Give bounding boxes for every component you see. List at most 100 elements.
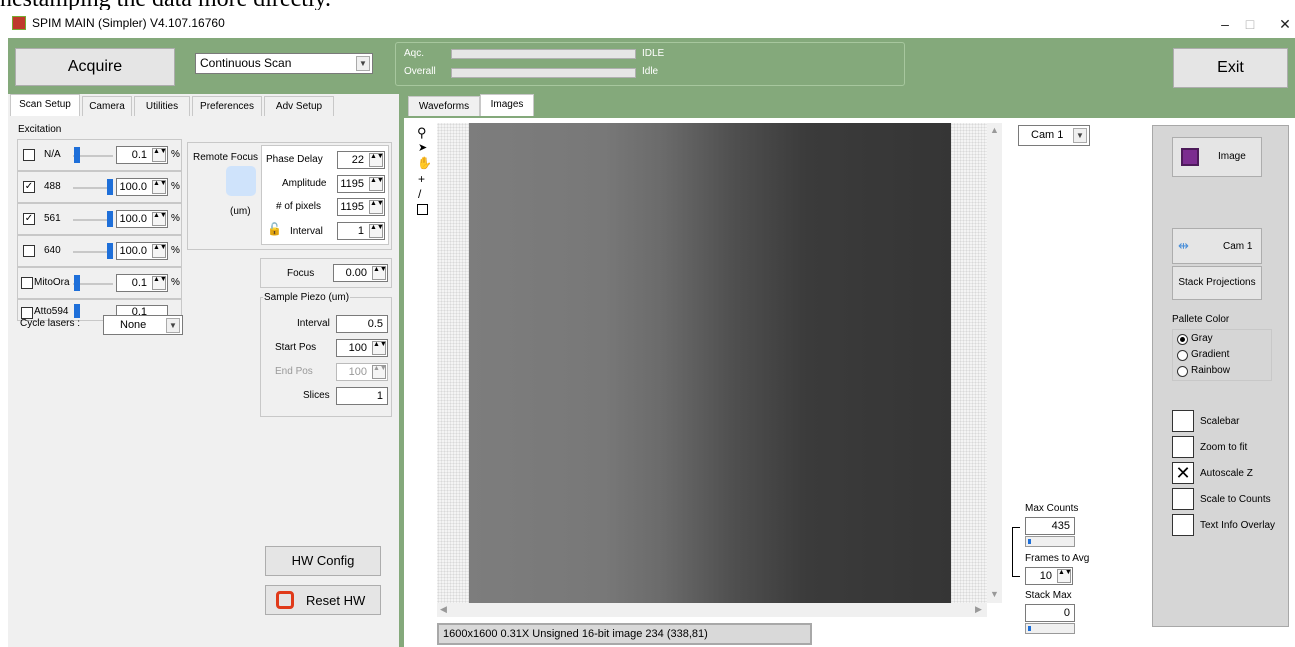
zoom-fit-label: Zoom to fit <box>1200 442 1248 453</box>
frames-avg-label: Frames to Avg <box>1025 553 1090 564</box>
amplitude-input[interactable]: 1195 ▲▼ <box>337 175 385 193</box>
acquire-button[interactable]: Acquire <box>15 48 175 86</box>
save-image-button[interactable]: Image <box>1172 137 1262 177</box>
laser-name: 640 <box>44 245 61 256</box>
percent-unit: % <box>171 149 180 160</box>
scalebar-toggle[interactable] <box>1172 410 1194 432</box>
slices-label: Slices <box>303 390 330 401</box>
text-overlay-toggle[interactable] <box>1172 514 1194 536</box>
zoom-icon[interactable]: ⚲ <box>417 125 427 141</box>
phase-delay-input[interactable]: 22 ▲▼ <box>337 151 385 169</box>
crosshair-icon[interactable]: + <box>418 172 425 186</box>
stack-max-bar <box>1025 623 1075 634</box>
focus-input[interactable]: 0.00 ▲▼ <box>333 264 388 282</box>
laser-list: N/A 0.1 ▲▼ % ✓ 488 100.0 ▲▼ % ✓ 561 100.0 ▲… <box>17 139 182 329</box>
tab-utilities[interactable]: Utilities <box>134 96 190 116</box>
left-tab-strip: Scan Setup Camera Utilities Preferences … <box>8 94 400 118</box>
scroll-right-icon[interactable]: ▶ <box>975 604 982 615</box>
laser-power-input[interactable]: 0.1 ▲▼ <box>116 146 168 164</box>
tab-waveforms[interactable]: Waveforms <box>408 96 480 116</box>
window-title: SPIM MAIN (Simpler) V4.107.16760 <box>32 16 225 30</box>
bracket-decoration <box>1012 527 1020 577</box>
laser-slider-thumb[interactable] <box>107 243 113 259</box>
laser-slider-thumb[interactable] <box>74 304 80 318</box>
excitation-title: Excitation <box>18 124 62 135</box>
cycle-lasers-label: Cycle lasers : <box>20 318 81 329</box>
tab-adv-setup[interactable]: Adv Setup <box>264 96 334 116</box>
cam-view-button[interactable]: ⇹ Cam 1 <box>1172 228 1262 264</box>
chevron-down-icon: ▼ <box>356 56 370 71</box>
reset-hw-button[interactable]: Reset HW <box>265 585 381 615</box>
camera-select[interactable]: Cam 1 ▼ <box>1018 125 1090 146</box>
frames-avg-input[interactable]: 10 ▲▼ <box>1025 567 1073 585</box>
cycle-lasers-select[interactable]: None ▼ <box>103 315 183 335</box>
laser-slider-thumb[interactable] <box>107 179 113 195</box>
start-pos-label: Start Pos <box>275 342 317 353</box>
remote-focus-indicator <box>226 166 256 196</box>
laser-checkbox[interactable] <box>23 245 35 257</box>
slices-input[interactable]: 1 <box>336 387 388 405</box>
horizontal-scrollbar[interactable]: ◀ ▶ <box>437 603 987 617</box>
zoom-fit-toggle[interactable] <box>1172 436 1194 458</box>
autoscale-z-toggle[interactable]: ✕ <box>1172 462 1194 484</box>
scroll-down-icon[interactable]: ▼ <box>990 589 999 599</box>
interval-label: Interval <box>290 226 323 237</box>
stack-projections-button[interactable]: Stack Projections <box>1172 266 1262 300</box>
pointer-icon[interactable]: ➤ <box>418 141 427 154</box>
hand-icon[interactable]: ✋ <box>417 156 432 170</box>
start-pos-input[interactable]: 100 ▲▼ <box>336 339 388 357</box>
laser-slider-thumb[interactable] <box>107 211 113 227</box>
tab-scan-setup[interactable]: Scan Setup <box>10 94 80 116</box>
laser-checkbox[interactable]: ✓ <box>23 181 35 193</box>
scroll-up-icon[interactable]: ▲ <box>990 125 999 135</box>
max-counts-value: 435 <box>1025 517 1075 535</box>
piezo-interval-input[interactable]: 0.5 <box>336 315 388 333</box>
laser-name: N/A <box>44 149 61 160</box>
end-pos-input: 100 ▲▼ <box>336 363 388 381</box>
maximize-button[interactable]: □ <box>1230 12 1270 36</box>
phase-delay-label: Phase Delay <box>266 154 323 165</box>
percent-unit: % <box>171 277 180 288</box>
unlock-icon[interactable]: 🔓 <box>267 222 282 236</box>
scale-counts-toggle[interactable] <box>1172 488 1194 510</box>
scale-counts-label: Scale to Counts <box>1200 494 1271 505</box>
scroll-left-icon[interactable]: ◀ <box>440 604 447 615</box>
acq-label: Aqc. <box>404 48 425 59</box>
laser-checkbox[interactable] <box>23 149 35 161</box>
percent-unit: % <box>171 245 180 256</box>
laser-power-input[interactable]: 100.0 ▲▼ <box>116 210 168 228</box>
palette-group: Gray Gradient Rainbow <box>1172 329 1272 381</box>
rf-interval-input[interactable]: 1 ▲▼ <box>337 222 385 240</box>
laser-checkbox[interactable]: ✓ <box>23 213 35 225</box>
palette-gradient-label: Gradient <box>1191 349 1230 360</box>
tab-camera[interactable]: Camera <box>82 96 132 116</box>
laser-slider-thumb[interactable] <box>74 147 80 163</box>
laser-power-input[interactable]: 0.1 ▲▼ <box>116 274 168 292</box>
autoscale-z-label: Autoscale Z <box>1200 468 1253 479</box>
line-icon[interactable]: / <box>418 187 421 201</box>
palette-gray-radio[interactable] <box>1177 334 1188 345</box>
rectangle-icon[interactable] <box>417 204 428 215</box>
laser-power-input[interactable]: 100.0 ▲▼ <box>116 242 168 260</box>
laser-checkbox[interactable] <box>21 277 33 289</box>
laser-power-input[interactable]: 100.0 ▲▼ <box>116 178 168 196</box>
scan-mode-value: Continuous Scan <box>200 56 292 70</box>
close-button[interactable]: ✕ <box>1265 12 1295 36</box>
pixels-input[interactable]: 1195 ▲▼ <box>337 198 385 216</box>
tab-images[interactable]: Images <box>480 94 534 116</box>
laser-slider-thumb[interactable] <box>74 275 80 291</box>
camera-image[interactable] <box>469 123 951 603</box>
palette-gradient-radio[interactable] <box>1177 350 1188 361</box>
scan-mode-select[interactable]: Continuous Scan ▼ <box>195 53 373 74</box>
tab-preferences[interactable]: Preferences <box>192 96 262 116</box>
hw-config-button[interactable]: HW Config <box>265 546 381 576</box>
save-image-label: Image <box>1218 151 1246 162</box>
vertical-scrollbar[interactable]: ▲ ▼ <box>987 123 1002 603</box>
laser-row: MitoOra 0.1 ▲▼ % <box>17 267 182 299</box>
exit-button[interactable]: Exit <box>1173 48 1288 88</box>
laser-row: N/A 0.1 ▲▼ % <box>17 139 182 171</box>
remote-focus-unit: (um) <box>230 206 251 217</box>
palette-rainbow-radio[interactable] <box>1177 366 1188 377</box>
focus-label: Focus <box>287 268 315 279</box>
cycle-lasers-value: None <box>120 319 147 331</box>
